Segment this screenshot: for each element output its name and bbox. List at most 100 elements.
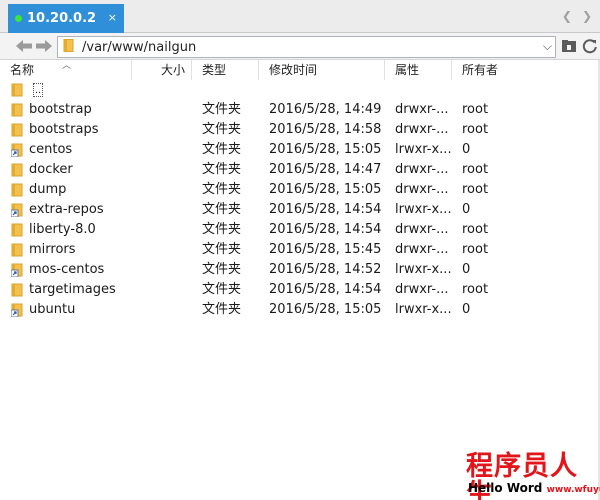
toolbar-right	[560, 37, 599, 59]
folder-icon	[11, 163, 23, 177]
file-type: 文件夹	[202, 242, 242, 257]
file-name-cell: mos-centos	[0, 260, 132, 280]
file-modified: 2016/5/28, 15:45	[269, 242, 382, 257]
file-type: 文件夹	[202, 302, 242, 317]
list-item[interactable]: mirrors 文件夹 2016/5/28, 15:45 drwxr-... root	[0, 240, 600, 260]
file-modified: 2016/5/28, 14:52	[269, 262, 382, 277]
path-input[interactable]: /var/www/nailgun ⌵	[57, 36, 556, 58]
list-item[interactable]: mos-centos 文件夹 2016/5/28, 14:52 lrwxr-x... 0	[0, 260, 600, 280]
file-owner: 0	[462, 302, 471, 317]
header-size[interactable]: 大小	[132, 60, 192, 80]
file-name: docker	[29, 162, 73, 177]
file-modified: 2016/5/28, 14:58	[269, 122, 382, 137]
file-owner: root	[462, 242, 489, 257]
header-name-label: 名称	[10, 63, 35, 77]
folder-icon	[11, 243, 23, 257]
file-name: mos-centos	[29, 262, 105, 277]
file-attributes: drwxr-...	[395, 162, 449, 177]
header-name[interactable]: ︿ 名称	[0, 60, 132, 80]
tab-nav: ❮ ❯	[562, 9, 592, 23]
folder-icon	[11, 183, 23, 197]
watermark: 程序员人生 Hello Word www.wfuyu.com	[466, 453, 600, 500]
file-attributes: lrwxr-x...	[395, 202, 452, 217]
file-modified: 2016/5/28, 14:54	[269, 282, 382, 297]
header-attributes-label: 属性	[395, 63, 420, 77]
file-modified: 2016/5/28, 15:05	[269, 142, 382, 157]
file-size	[132, 140, 192, 160]
tab-next-icon[interactable]: ❯	[582, 9, 592, 23]
file-modified: 2016/5/28, 14:54	[269, 222, 382, 237]
forward-arrow-icon[interactable]	[35, 38, 53, 54]
path-dropdown-icon[interactable]: ⌵	[543, 39, 552, 54]
file-attributes: lrwxr-x...	[395, 302, 452, 317]
file-owner: root	[462, 182, 489, 197]
list-item[interactable]: centos 文件夹 2016/5/28, 15:05 lrwxr-x... 0	[0, 140, 600, 160]
file-type: 文件夹	[202, 162, 242, 177]
list-item[interactable]: liberty-8.0 文件夹 2016/5/28, 14:54 drwxr-... r…	[0, 220, 600, 240]
file-size	[132, 200, 192, 220]
file-owner: 0	[462, 142, 471, 157]
list-item-updir[interactable]: ..	[0, 80, 600, 100]
folder-link-icon	[10, 203, 23, 218]
header-type[interactable]: 类型	[192, 60, 259, 80]
file-modified: 2016/5/28, 15:05	[269, 302, 382, 317]
file-name: ubuntu	[29, 302, 76, 317]
file-name: dump	[29, 182, 67, 197]
file-attributes: lrwxr-x...	[395, 142, 452, 157]
file-name-cell: bootstrap	[0, 100, 132, 120]
file-attributes: drwxr-...	[395, 102, 449, 117]
file-size	[132, 280, 192, 300]
file-type: 文件夹	[202, 262, 242, 277]
tab-server[interactable]: 10.20.0.2 ×	[8, 4, 124, 33]
file-owner: root	[462, 162, 489, 177]
file-name-cell: centos	[0, 140, 132, 160]
file-owner: root	[462, 102, 489, 117]
list-item[interactable]: ubuntu 文件夹 2016/5/28, 15:05 lrwxr-x... 0	[0, 300, 600, 320]
file-size	[132, 180, 192, 200]
bookmark-icon[interactable]	[560, 37, 578, 59]
header-size-label: 大小	[160, 63, 185, 77]
file-owner: root	[462, 282, 489, 297]
file-list: .. bootstrap 文件夹 2016/5/28, 14:49 drwxr-...…	[0, 80, 600, 320]
sort-ascending-icon: ︿	[62, 61, 72, 71]
file-attributes: drwxr-...	[395, 222, 449, 237]
refresh-icon[interactable]	[581, 37, 599, 59]
file-size	[132, 100, 192, 120]
back-arrow-icon[interactable]	[15, 38, 33, 54]
list-item[interactable]: docker 文件夹 2016/5/28, 14:47 drwxr-... root	[0, 160, 600, 180]
file-name-cell: extra-repos	[0, 200, 132, 220]
file-name-cell: targetimages	[0, 280, 132, 300]
file-type: 文件夹	[202, 222, 242, 237]
file-size	[132, 300, 192, 320]
file-name: extra-repos	[29, 202, 104, 217]
file-size	[132, 120, 192, 140]
header-owner-label: 所有者	[462, 63, 499, 77]
list-item[interactable]: extra-repos 文件夹 2016/5/28, 14:54 lrwxr-x...…	[0, 200, 600, 220]
file-size	[132, 240, 192, 260]
file-type: 文件夹	[202, 142, 242, 157]
header-modified-label: 修改时间	[269, 63, 318, 77]
file-attributes: drwxr-...	[395, 242, 449, 257]
folder-icon	[11, 283, 23, 297]
file-owner: 0	[462, 262, 471, 277]
watermark-url: www.wfuyu.com	[546, 485, 600, 495]
folder-icon	[11, 83, 23, 97]
file-size	[132, 220, 192, 240]
file-name: bootstrap	[29, 102, 92, 117]
file-name-cell: bootstraps	[0, 120, 132, 140]
file-attributes: drwxr-...	[395, 282, 449, 297]
file-modified: 2016/5/28, 14:47	[269, 162, 382, 177]
tab-close-icon[interactable]: ×	[108, 11, 117, 24]
list-item[interactable]: dump 文件夹 2016/5/28, 15:05 drwxr-... root	[0, 180, 600, 200]
file-name: centos	[29, 142, 73, 157]
header-modified[interactable]: 修改时间	[259, 60, 385, 80]
list-item[interactable]: bootstraps 文件夹 2016/5/28, 14:58 drwxr-... ro…	[0, 120, 600, 140]
list-item[interactable]: bootstrap 文件夹 2016/5/28, 14:49 drwxr-... roo…	[0, 100, 600, 120]
header-attributes[interactable]: 属性	[385, 60, 452, 80]
file-name-cell: docker	[0, 160, 132, 180]
header-owner[interactable]: 所有者	[452, 60, 600, 80]
file-type: 文件夹	[202, 122, 242, 137]
tab-prev-icon[interactable]: ❮	[562, 9, 572, 23]
file-name: targetimages	[29, 282, 116, 297]
list-item[interactable]: targetimages 文件夹 2016/5/28, 14:54 drwxr-...…	[0, 280, 600, 300]
